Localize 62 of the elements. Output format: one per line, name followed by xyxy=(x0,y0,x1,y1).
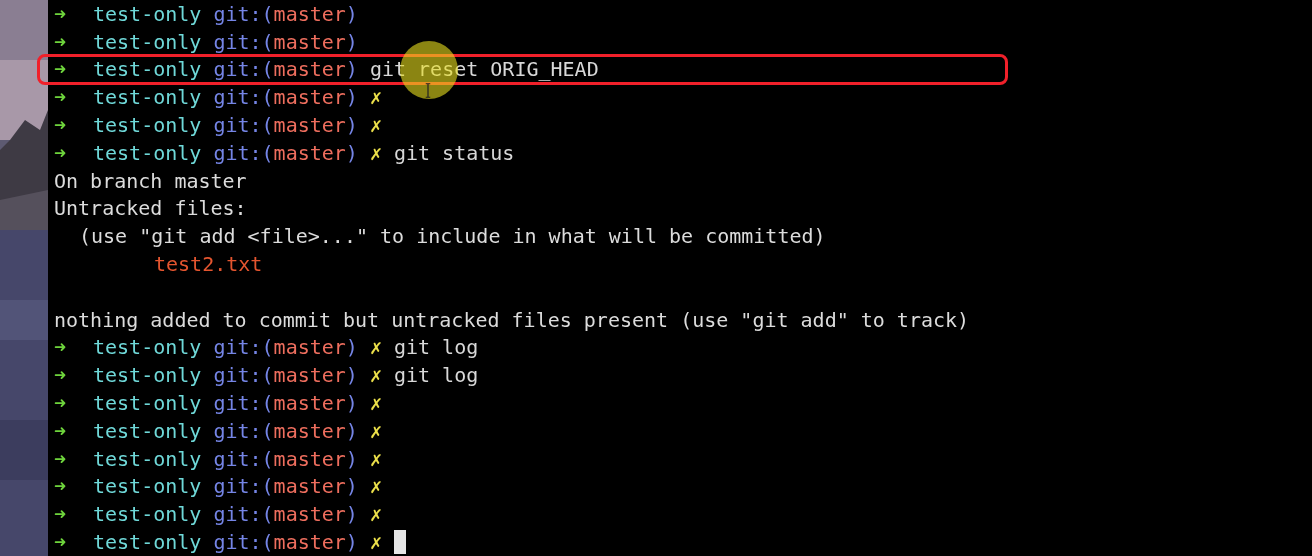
git-branch: git:(master) xyxy=(213,418,358,443)
directory-name: test-only xyxy=(93,29,202,54)
prompt-arrow: ➜ xyxy=(54,530,68,555)
dirty-mark: ✗ xyxy=(369,530,382,555)
dirty-mark: ✗ xyxy=(369,474,382,499)
prompt-arrow: ➜ xyxy=(54,418,68,443)
prompt-arrow: ➜ xyxy=(54,140,68,165)
git-branch: git:(master) xyxy=(213,446,358,471)
directory-name: test-only xyxy=(93,474,202,499)
output-text: On branch master xyxy=(54,168,247,193)
prompt-arrow: ➜ xyxy=(54,85,68,110)
directory-name: test-only xyxy=(93,85,202,110)
git-branch: git:(master) xyxy=(213,391,358,416)
directory-name: test-only xyxy=(93,140,202,165)
git-branch: git:(master) xyxy=(213,1,358,26)
git-branch: git:(master) xyxy=(213,85,358,110)
dirty-mark: ✗ xyxy=(369,140,382,165)
dirty-mark: ✗ xyxy=(369,446,382,471)
git-branch: git:(master) xyxy=(213,530,358,555)
git-branch: git:(master) xyxy=(213,363,358,388)
git-branch: git:(master) xyxy=(213,140,358,165)
git-branch: git:(master) xyxy=(213,57,358,82)
directory-name: test-only xyxy=(93,502,202,527)
git-branch: git:(master) xyxy=(213,474,358,499)
directory-name: test-only xyxy=(93,418,202,443)
dirty-mark: ✗ xyxy=(369,391,382,416)
prompt-arrow: ➜ xyxy=(54,363,68,388)
command-text: git log xyxy=(393,363,479,388)
file-name: test2.txt xyxy=(154,252,263,277)
directory-name: test-only xyxy=(93,335,202,360)
prompt-arrow: ➜ xyxy=(54,391,68,416)
dirty-mark: ✗ xyxy=(369,85,382,110)
directory-name: test-only xyxy=(93,363,202,388)
directory-name: test-only xyxy=(93,57,202,82)
output-text: nothing added to commit but untracked files present (use "git add" to track) xyxy=(54,307,970,332)
text-cursor-icon xyxy=(424,83,432,98)
command-text: git log xyxy=(393,335,479,360)
git-branch: git:(master) xyxy=(213,113,358,138)
prompt-arrow: ➜ xyxy=(54,57,68,82)
hint-text: (use "git add <file>..." to include in what will be committed) xyxy=(79,224,826,249)
prompt-arrow: ➜ xyxy=(54,29,68,54)
git-branch: git:(master) xyxy=(213,502,358,527)
dirty-mark: ✗ xyxy=(369,502,382,527)
dirty-mark: ✗ xyxy=(369,113,382,138)
git-branch: git:(master) xyxy=(213,29,358,54)
prompt-arrow: ➜ xyxy=(54,446,68,471)
directory-name: test-only xyxy=(93,113,202,138)
dirty-mark: ✗ xyxy=(369,418,382,443)
dirty-mark: ✗ xyxy=(369,363,382,388)
directory-name: test-only xyxy=(93,391,202,416)
git-branch: git:(master) xyxy=(213,335,358,360)
prompt-arrow: ➜ xyxy=(54,502,68,527)
directory-name: test-only xyxy=(93,530,202,555)
command-text: git status xyxy=(393,140,515,165)
directory-name: test-only xyxy=(93,446,202,471)
dirty-mark: ✗ xyxy=(369,335,382,360)
directory-name: test-only xyxy=(93,1,202,26)
output-text: Untracked files: xyxy=(54,196,247,221)
prompt-arrow: ➜ xyxy=(54,335,68,360)
prompt-arrow: ➜ xyxy=(54,474,68,499)
prompt-arrow: ➜ xyxy=(54,1,68,26)
prompt-arrow: ➜ xyxy=(54,113,68,138)
